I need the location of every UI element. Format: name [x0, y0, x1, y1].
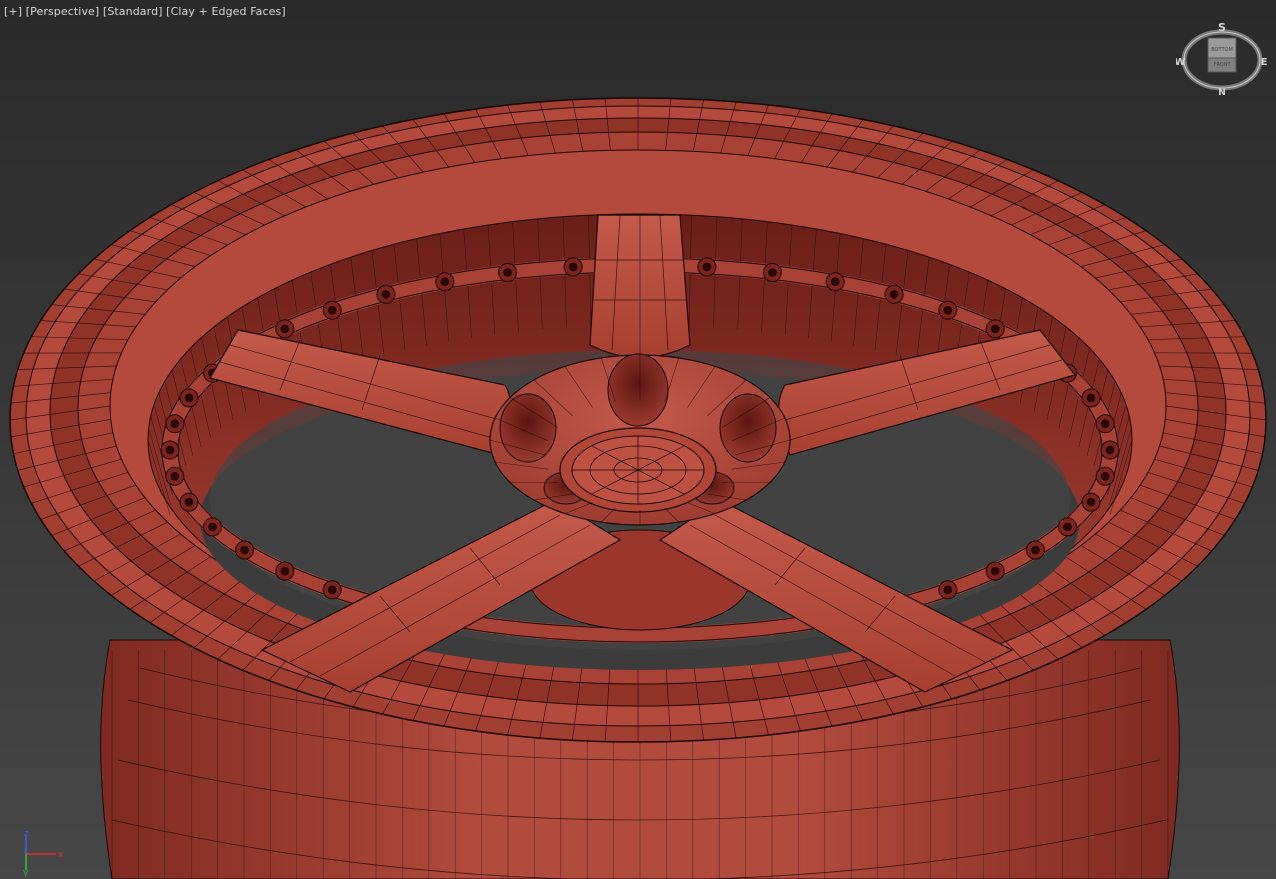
rim-bolt: [498, 263, 518, 282]
rim-bolt: [762, 263, 782, 282]
rim-bolt: [235, 540, 255, 560]
rim-bolt: [179, 492, 199, 512]
rim-bolt: [985, 561, 1005, 581]
rim-bolt: [884, 284, 904, 304]
compass-west-label: W: [1176, 57, 1186, 68]
viewcube-top-label: BOTTOM: [1211, 47, 1233, 53]
rim-bolt: [203, 517, 222, 537]
axis-x-label: x: [58, 850, 64, 860]
rim-bolt: [1100, 440, 1120, 460]
rim-bolt: [165, 414, 185, 434]
rim-bolt: [179, 388, 199, 408]
compass-east-label: E: [1261, 57, 1268, 68]
rim-bolt: [435, 272, 455, 292]
rim-bolt: [165, 466, 185, 486]
rim-bolt: [563, 257, 583, 277]
viewcube-front-label: FRONT: [1213, 62, 1231, 68]
rim-bolt: [1081, 388, 1101, 408]
rim-bolt: [1095, 466, 1115, 486]
rim-bolt: [697, 257, 717, 277]
rim-bolt: [376, 284, 396, 304]
rim-bolt: [985, 319, 1005, 339]
axis-z-label: z: [24, 830, 29, 839]
viewport-shading-mode-menu[interactable]: [Clay + Edged Faces]: [166, 5, 286, 18]
rim-bolt: [1095, 414, 1115, 434]
rim-bolt: [1025, 540, 1045, 560]
viewcube[interactable]: BOTTOM FRONT S N W E: [1176, 20, 1268, 96]
viewport-general-menu[interactable]: [+]: [4, 5, 22, 18]
viewport-label-menu: [+] [Perspective] [Standard] [Clay + Edg…: [4, 5, 286, 18]
rim-bolt: [160, 440, 180, 460]
rim-bolt: [322, 580, 342, 600]
rim-bolt: [825, 272, 845, 292]
viewport-shading-preset-menu[interactable]: [Standard]: [103, 5, 163, 18]
rim-bolt: [938, 300, 958, 320]
compass-south-label: S: [1218, 21, 1226, 34]
rim-bolt: [1081, 492, 1101, 512]
compass-north-label: N: [1218, 88, 1226, 96]
axis-y-label: y: [23, 868, 29, 876]
rim-bolt: [938, 580, 958, 600]
rim-bolt: [1058, 517, 1077, 537]
rim-bolt: [322, 300, 342, 320]
rim-bolt: [275, 319, 295, 339]
rim-bolt: [275, 561, 295, 581]
axis-tripod: x z y: [23, 830, 64, 876]
viewport-view-menu[interactable]: [Perspective]: [26, 5, 100, 18]
wheel-rim-model[interactable]: [0, 0, 1276, 879]
perspective-viewport[interactable]: [+] [Perspective] [Standard] [Clay + Edg…: [0, 0, 1276, 879]
